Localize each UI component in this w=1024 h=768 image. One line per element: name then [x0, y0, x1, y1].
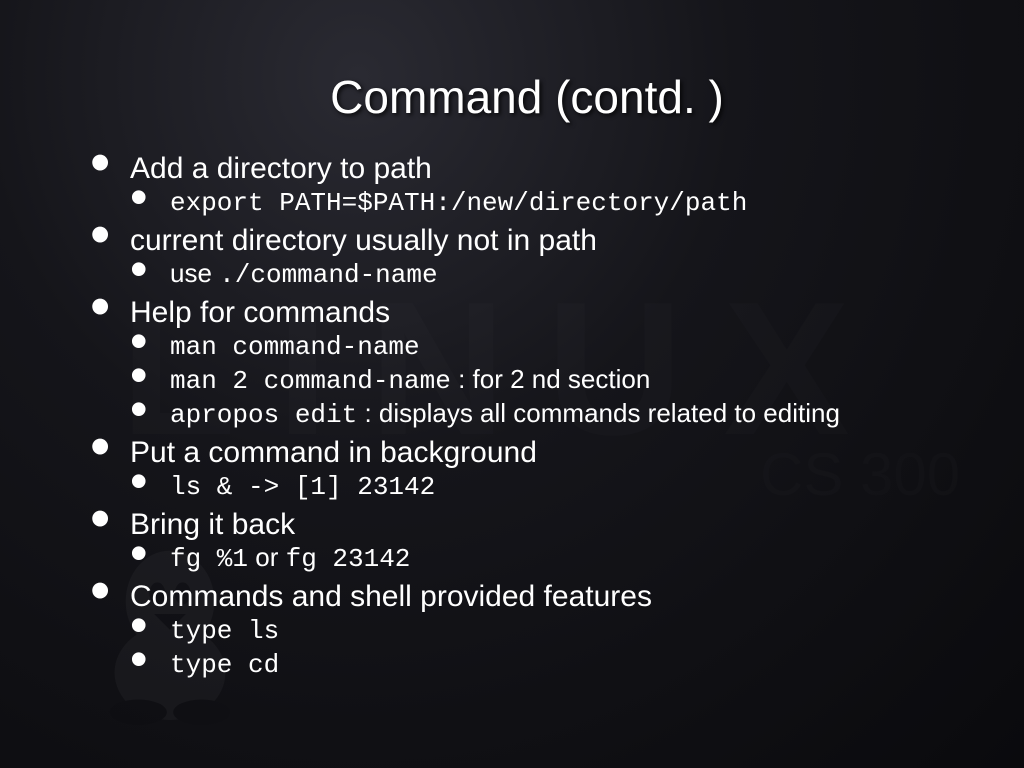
list-item: Bring it back fg %1 or fg 23142: [90, 508, 964, 574]
sub-item: ls & -> [1] 23142: [130, 470, 964, 502]
code-text: man command-name: [170, 332, 420, 362]
list-item: Put a command in background ls & -> [1] …: [90, 436, 964, 502]
item-text: Bring it back: [130, 508, 295, 541]
bullet-list: Add a directory to path export PATH=$PAT…: [90, 152, 964, 680]
code-text: ls & -> [1] 23142: [170, 472, 435, 502]
code-text: fg 23142: [286, 544, 411, 574]
sub-item: man 2 command-name : for 2 nd section: [130, 364, 964, 396]
item-text: Put a command in background: [130, 436, 537, 469]
list-item: current directory usually not in path us…: [90, 224, 964, 290]
sub-item: export PATH=$PATH:/new/directory/path: [130, 186, 964, 218]
slide-content: Command (contd. ) Add a directory to pat…: [0, 0, 1024, 726]
code-text: export PATH=$PATH:/new/directory/path: [170, 188, 747, 218]
code-text: man 2 command-name: [170, 366, 451, 396]
sub-item: use ./command-name: [130, 258, 964, 290]
list-item: Help for commands man command-name man 2…: [90, 296, 964, 430]
sub-item: apropos edit : displays all commands rel…: [130, 398, 964, 430]
slide-title: Command (contd. ): [90, 70, 964, 124]
sub-item: man command-name: [130, 330, 964, 362]
list-item: Commands and shell provided features typ…: [90, 580, 964, 680]
code-text: type ls: [170, 616, 279, 646]
code-text: type cd: [170, 650, 279, 680]
code-text: ./command-name: [219, 260, 437, 290]
item-text: current directory usually not in path: [130, 224, 597, 257]
code-text: apropos edit: [170, 400, 357, 430]
code-text: fg %1: [170, 544, 248, 574]
post-text: : displays all commands related to editi…: [357, 398, 840, 428]
item-text: Commands and shell provided features: [130, 580, 652, 613]
item-text: Help for commands: [130, 296, 390, 329]
sub-item: type cd: [130, 648, 964, 680]
item-text: Add a directory to path: [130, 152, 432, 185]
pre-text: use: [170, 258, 219, 288]
list-item: Add a directory to path export PATH=$PAT…: [90, 152, 964, 218]
mid-text: or: [248, 542, 286, 572]
sub-item: fg %1 or fg 23142: [130, 542, 964, 574]
post-text: : for 2 nd section: [451, 364, 650, 394]
sub-item: type ls: [130, 614, 964, 646]
